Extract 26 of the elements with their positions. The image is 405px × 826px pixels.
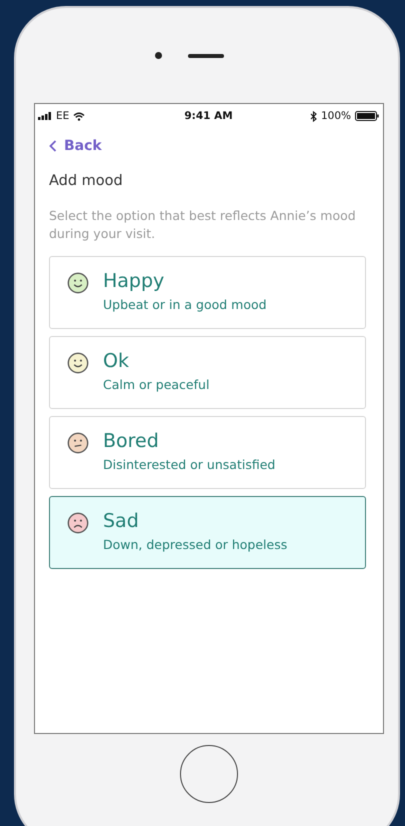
mood-description: Upbeat or in a good mood — [103, 297, 267, 312]
chevron-left-icon — [49, 140, 57, 152]
speaker-slot — [188, 54, 224, 58]
battery-icon — [354, 111, 379, 121]
mood-label: Ok — [103, 350, 130, 372]
status-time: 9:41 AM — [184, 110, 233, 122]
instruction-text: Select the option that best reflects Annie’s mood during your visit. — [49, 207, 357, 243]
mood-label: Sad — [103, 510, 140, 532]
page-title: Add mood — [49, 173, 124, 189]
signal-icon — [38, 112, 52, 120]
mood-description: Disinterested or unsatisfied — [103, 457, 276, 472]
carrier-text: EE — [56, 110, 70, 122]
camera-dot — [154, 52, 162, 59]
battery-percent: 100% — [320, 110, 351, 122]
mood-option[interactable]: Ok Calm or peaceful — [49, 336, 366, 409]
mood-description: Calm or peaceful — [103, 377, 210, 392]
mood-description: Down, depressed or hopeless — [103, 537, 288, 552]
mood-label: Bored — [103, 430, 160, 452]
mood-option[interactable]: Sad Down, depressed or hopeless — [49, 496, 366, 569]
mood-label: Happy — [103, 270, 166, 292]
back-button[interactable]: Back — [49, 138, 102, 154]
bluetooth-icon — [310, 110, 317, 122]
home-button[interactable] — [180, 745, 238, 803]
wifi-icon — [73, 112, 86, 120]
mood-option[interactable]: Happy Upbeat or in a good mood — [49, 256, 366, 329]
mood-option[interactable]: Bored Disinterested or unsatisfied — [49, 416, 366, 489]
